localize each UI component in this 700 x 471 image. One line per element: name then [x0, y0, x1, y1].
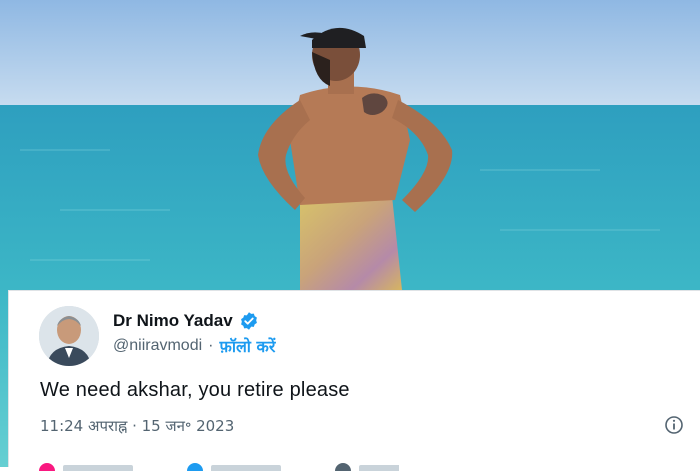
- share-icon[interactable]: [335, 463, 351, 471]
- avatar[interactable]: [39, 306, 99, 366]
- tweet-card: Dr Nimo Yadav @niiravmodi · फ़ॉलो करें W…: [8, 290, 700, 471]
- heart-icon[interactable]: [39, 463, 55, 471]
- tweet-text: We need akshar, you retire please: [40, 379, 350, 401]
- reply-icon[interactable]: [187, 463, 203, 471]
- tweet-timestamp[interactable]: 11:24 अपराह्न · 15 जन॰ 2023: [40, 416, 234, 436]
- verified-badge-icon: [239, 311, 259, 331]
- author-name-row: Dr Nimo Yadav: [113, 311, 259, 331]
- display-name[interactable]: Dr Nimo Yadav: [113, 311, 233, 331]
- tweet-actions-row: [39, 461, 399, 471]
- like-count-placeholder: [63, 465, 133, 471]
- handle[interactable]: @niiravmodi: [113, 337, 202, 355]
- follow-button[interactable]: फ़ॉलो करें: [219, 335, 275, 357]
- reply-label-placeholder: [211, 465, 281, 471]
- share-label-placeholder: [359, 465, 399, 471]
- info-icon[interactable]: [664, 415, 684, 435]
- avatar-image: [39, 306, 99, 366]
- separator-dot: ·: [208, 337, 214, 354]
- handle-row: @niiravmodi · फ़ॉलो करें: [113, 335, 275, 357]
- share-action[interactable]: [335, 461, 399, 471]
- like-action[interactable]: [39, 461, 133, 471]
- reply-action[interactable]: [187, 461, 281, 471]
